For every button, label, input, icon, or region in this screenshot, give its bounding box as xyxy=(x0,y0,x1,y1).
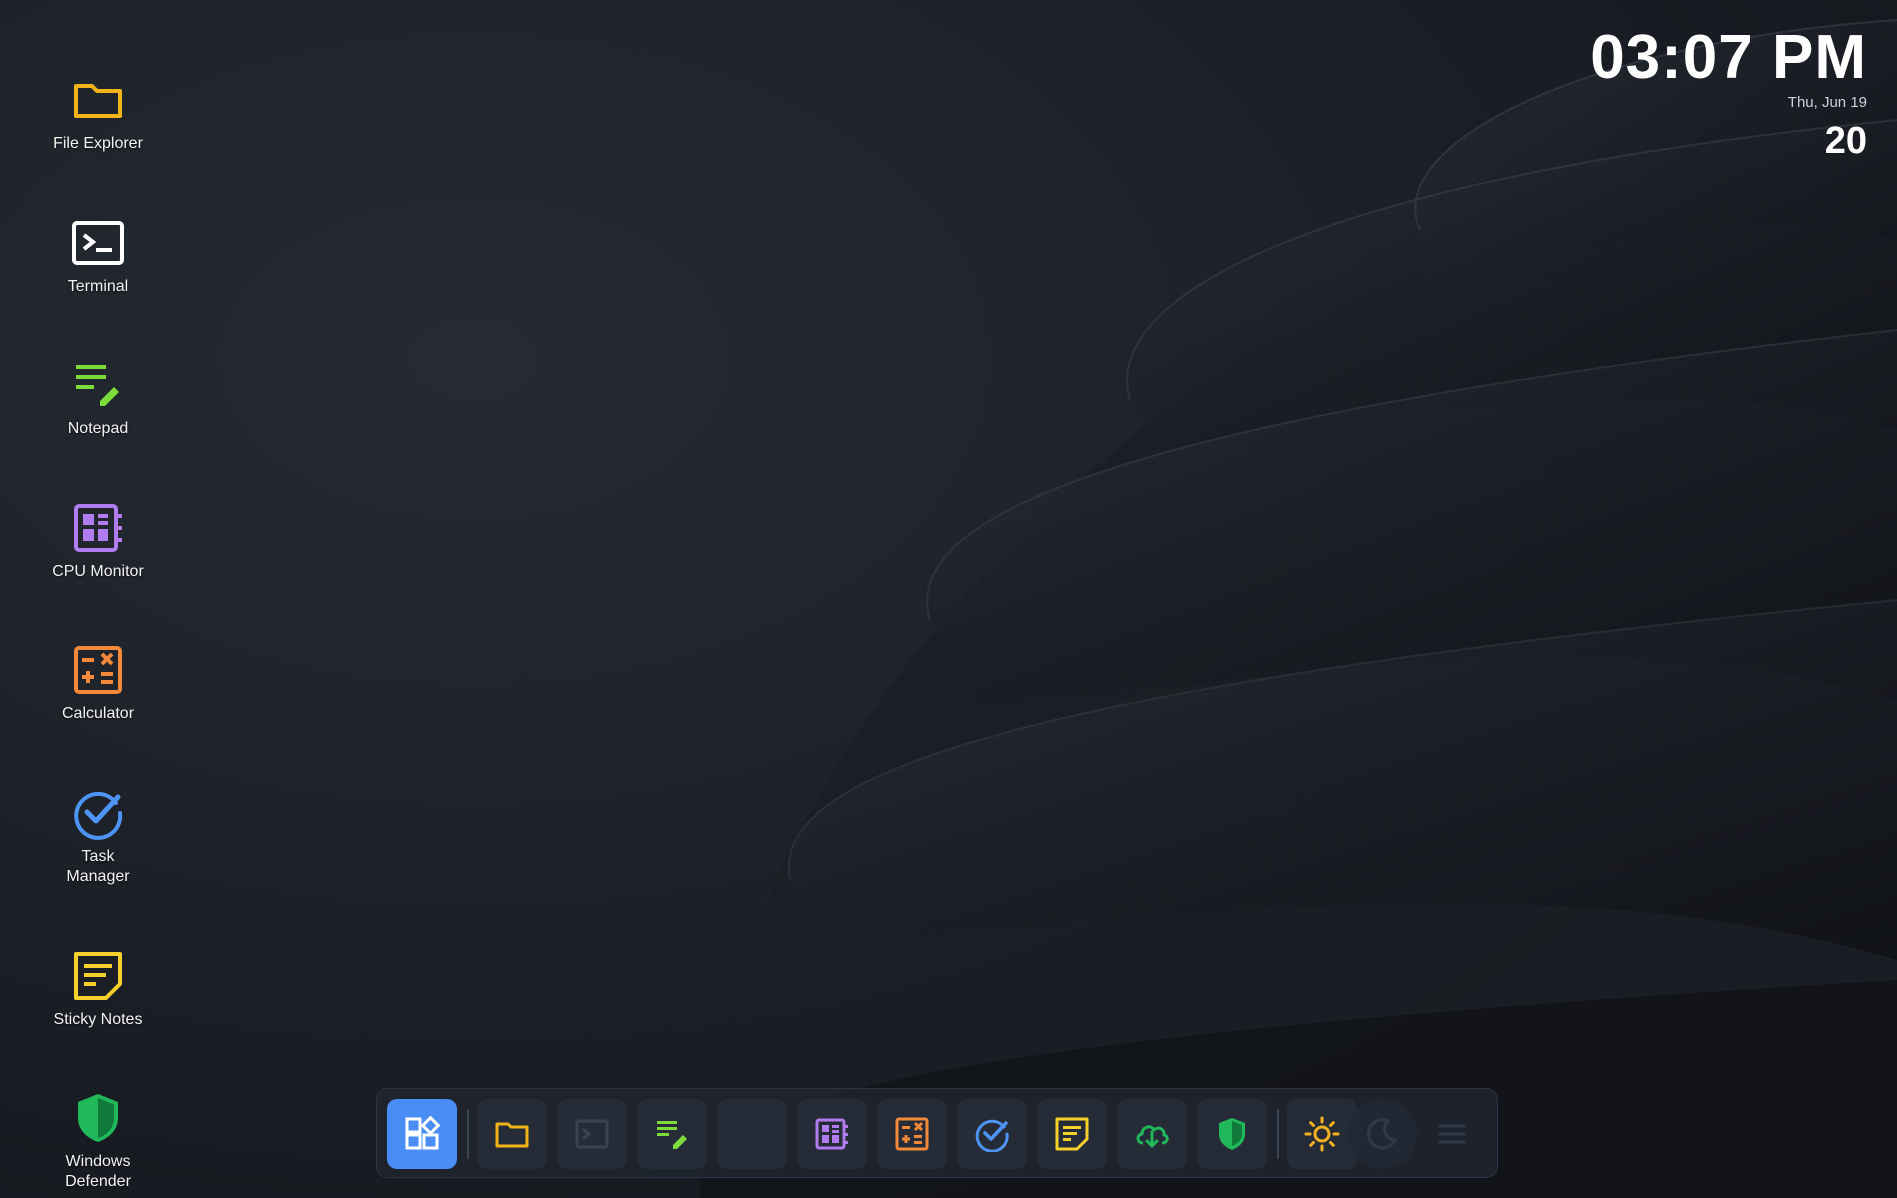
cloud-download-icon xyxy=(1136,1125,1169,1148)
clock-time: 03:07 PM xyxy=(1590,23,1867,92)
cpu-monitor-icon xyxy=(815,1118,848,1150)
menu-button[interactable] xyxy=(1417,1099,1487,1169)
taskbar-calculator[interactable] xyxy=(877,1099,947,1169)
terminal-icon xyxy=(575,1119,609,1149)
desktop-icon-label: CPU Monitor xyxy=(52,563,144,580)
task-check-icon xyxy=(975,1119,1009,1152)
taskbar-task-manager[interactable] xyxy=(957,1099,1027,1169)
sticky-note-icon xyxy=(1055,1117,1089,1151)
taskbar-sticky-notes[interactable] xyxy=(1037,1099,1107,1169)
task-check-icon xyxy=(74,791,123,840)
taskbar-windows-defender[interactable] xyxy=(1197,1099,1267,1169)
folder-icon xyxy=(74,84,122,118)
taskbar-terminal[interactable] xyxy=(557,1099,627,1169)
notepad-icon xyxy=(657,1121,687,1149)
taskbar-notepad[interactable] xyxy=(637,1099,707,1169)
apps-grid-icon xyxy=(405,1116,440,1150)
desktop-wallpaper xyxy=(0,0,1897,1198)
calculator-icon xyxy=(895,1117,929,1151)
taskbar-cloud-download[interactable] xyxy=(1117,1099,1187,1169)
desktop-icon-label: Terminal xyxy=(67,278,129,295)
desktop-icon-sticky-notes[interactable]: Sticky Notes xyxy=(40,948,156,1030)
sticky-note-icon xyxy=(74,952,122,1000)
clock-date: Thu, Jun 19 xyxy=(1787,94,1867,111)
desktop-icon-label: Calculator xyxy=(61,705,135,722)
terminal-icon xyxy=(72,221,124,265)
desktop-icon-calculator[interactable]: Calculator xyxy=(40,642,156,724)
sun-icon xyxy=(1304,1116,1340,1152)
desktop-icon-label: Notepad xyxy=(67,420,129,437)
desktop-icon-notepad[interactable]: Notepad xyxy=(40,357,156,439)
taskbar-separator xyxy=(467,1109,469,1159)
notepad-icon xyxy=(76,365,119,406)
taskbar-separator xyxy=(1277,1109,1279,1159)
shield-icon xyxy=(78,1094,118,1142)
taskbar xyxy=(376,1088,1498,1178)
desktop-icon-label: File Explorer xyxy=(53,135,143,152)
moon-icon xyxy=(1366,1118,1398,1150)
cpu-monitor-icon xyxy=(74,504,122,552)
clock-widget: 03:07 PM Thu, Jun 19 20 xyxy=(1590,22,1867,168)
taskbar-cpu-monitor[interactable] xyxy=(797,1099,867,1169)
taskbar-file-explorer[interactable] xyxy=(477,1099,547,1169)
desktop-icon-file-explorer[interactable]: File Explorer xyxy=(40,72,156,154)
menu-icon xyxy=(1438,1124,1466,1144)
desktop-icon-cpu-monitor[interactable]: CPU Monitor xyxy=(40,500,156,582)
desktop-icon-label: Windows Defender xyxy=(65,1153,131,1190)
desktop-icon-task-manager[interactable]: Task Manager xyxy=(40,785,156,887)
desktop-icon-label: Sticky Notes xyxy=(53,1011,143,1028)
desktop-icon-windows-defender[interactable]: Windows Defender xyxy=(40,1090,156,1192)
calculator-icon xyxy=(74,646,122,694)
dark-mode-button[interactable] xyxy=(1347,1099,1417,1169)
folder-icon xyxy=(495,1122,529,1148)
start-button[interactable] xyxy=(387,1099,457,1169)
shield-icon xyxy=(1219,1118,1245,1150)
desktop-icon-label: Task Manager xyxy=(66,848,130,885)
clock-day: 20 xyxy=(1824,120,1867,162)
taskbar-empty-slot[interactable] xyxy=(717,1099,787,1169)
desktop-icon-terminal[interactable]: Terminal xyxy=(40,215,156,297)
